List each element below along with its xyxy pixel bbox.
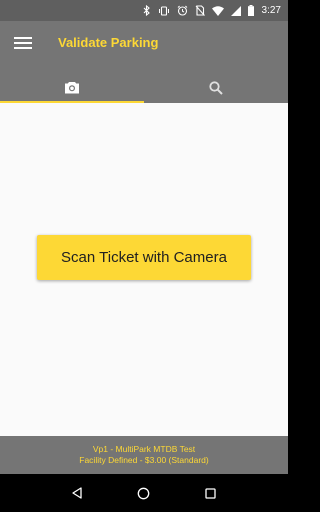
tab-bar (0, 77, 288, 103)
hamburger-menu-icon[interactable] (14, 37, 32, 51)
system-nav-bar (0, 474, 288, 512)
status-bar: 3:27 (0, 0, 288, 21)
no-sim-icon (195, 5, 205, 16)
main-content: Scan Ticket with Camera (0, 103, 288, 436)
validation-rate: Facility Defined - $3.00 (Standard) (79, 455, 209, 465)
home-icon[interactable] (129, 478, 159, 508)
status-time: 3:27 (261, 5, 281, 16)
back-icon[interactable] (62, 478, 92, 508)
tab-camera[interactable] (0, 77, 144, 103)
alarm-icon (177, 5, 188, 16)
recents-icon[interactable] (196, 478, 226, 508)
camera-icon (64, 81, 80, 99)
wifi-icon (211, 5, 224, 16)
battery-icon (247, 5, 254, 16)
signal-icon (230, 5, 241, 16)
app-bar: Validate Parking (0, 21, 288, 103)
bluetooth-icon (143, 5, 151, 16)
tab-search[interactable] (144, 77, 288, 103)
vibrate-icon (158, 5, 170, 16)
facility-name: Vp1 - MultiPark MTDB Test (92, 444, 196, 454)
facility-info-footer: Vp1 - MultiPark MTDB Test Facility Defin… (0, 436, 288, 474)
scan-ticket-button[interactable]: Scan Ticket with Camera (37, 235, 251, 280)
search-icon (209, 80, 223, 100)
page-title: Validate Parking (58, 35, 159, 50)
